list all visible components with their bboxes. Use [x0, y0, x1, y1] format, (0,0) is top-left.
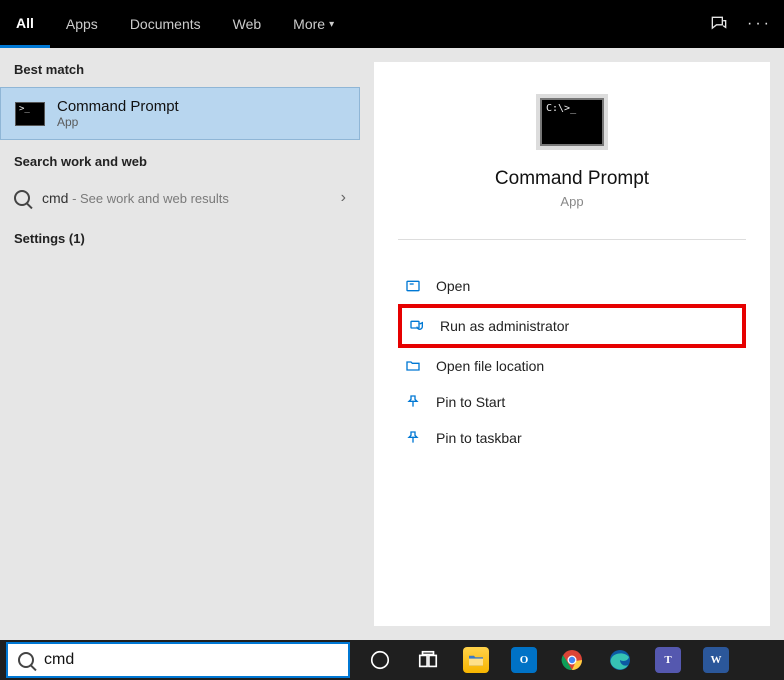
shield-admin-icon [408, 317, 426, 335]
file-explorer-button[interactable] [454, 640, 498, 680]
folder-icon [404, 357, 422, 375]
task-view-icon [415, 647, 441, 673]
detail-title: Command Prompt [495, 168, 649, 190]
detail-subtitle: App [560, 194, 583, 209]
outlook-icon: O [511, 647, 537, 673]
file-explorer-icon [463, 647, 489, 673]
word-button[interactable]: W [694, 640, 738, 680]
open-icon [404, 277, 422, 295]
action-open-file-location[interactable]: Open file location [398, 348, 746, 384]
action-label: Pin to taskbar [436, 430, 522, 446]
result-subtitle: App [57, 115, 179, 129]
search-icon [18, 652, 34, 668]
action-label: Pin to Start [436, 394, 505, 410]
search-tabs: All Apps Documents Web More ··· [0, 0, 784, 48]
chrome-button[interactable] [550, 640, 594, 680]
search-web-result[interactable]: cmd - See work and web results › [0, 179, 360, 217]
action-open[interactable]: Open [398, 268, 746, 304]
cortana-icon [367, 647, 393, 673]
web-query-text: cmd [42, 190, 68, 206]
web-hint-text: - See work and web results [68, 191, 228, 206]
action-pin-to-start[interactable]: Pin to Start [398, 384, 746, 420]
teams-icon: T [655, 647, 681, 673]
tab-apps[interactable]: Apps [50, 0, 114, 48]
search-results-pane: Best match Command Prompt App Search wor… [0, 48, 360, 640]
taskbar: O T W [0, 640, 784, 680]
pin-icon [404, 429, 422, 447]
tab-documents[interactable]: Documents [114, 0, 217, 48]
search-work-web-heading: Search work and web [0, 140, 360, 179]
action-run-as-administrator[interactable]: Run as administrator [398, 304, 746, 348]
best-match-heading: Best match [0, 48, 360, 87]
tab-all[interactable]: All [0, 0, 50, 48]
action-label: Open file location [436, 358, 544, 374]
best-match-result[interactable]: Command Prompt App [0, 87, 360, 140]
taskbar-search[interactable] [6, 642, 350, 678]
tab-more[interactable]: More [277, 0, 350, 48]
detail-pane: Command Prompt App Open Run as administr… [374, 62, 770, 626]
action-pin-to-taskbar[interactable]: Pin to taskbar [398, 420, 746, 456]
settings-heading[interactable]: Settings (1) [0, 217, 360, 256]
teams-button[interactable]: T [646, 640, 690, 680]
feedback-icon[interactable] [709, 14, 729, 34]
tab-web[interactable]: Web [217, 0, 278, 48]
edge-button[interactable] [598, 640, 642, 680]
action-label: Open [436, 278, 470, 294]
chrome-icon [559, 647, 585, 673]
word-icon: W [703, 647, 729, 673]
result-title: Command Prompt [57, 98, 179, 115]
task-view-button[interactable] [406, 640, 450, 680]
action-label: Run as administrator [440, 318, 569, 334]
search-icon [14, 190, 30, 206]
edge-icon [607, 647, 633, 673]
chevron-right-icon: › [341, 189, 346, 207]
command-prompt-icon [540, 98, 604, 146]
more-options-icon[interactable]: ··· [747, 15, 772, 33]
pin-icon [404, 393, 422, 411]
cortana-button[interactable] [358, 640, 402, 680]
outlook-button[interactable]: O [502, 640, 546, 680]
command-prompt-icon [15, 102, 45, 126]
search-input[interactable] [44, 651, 338, 669]
